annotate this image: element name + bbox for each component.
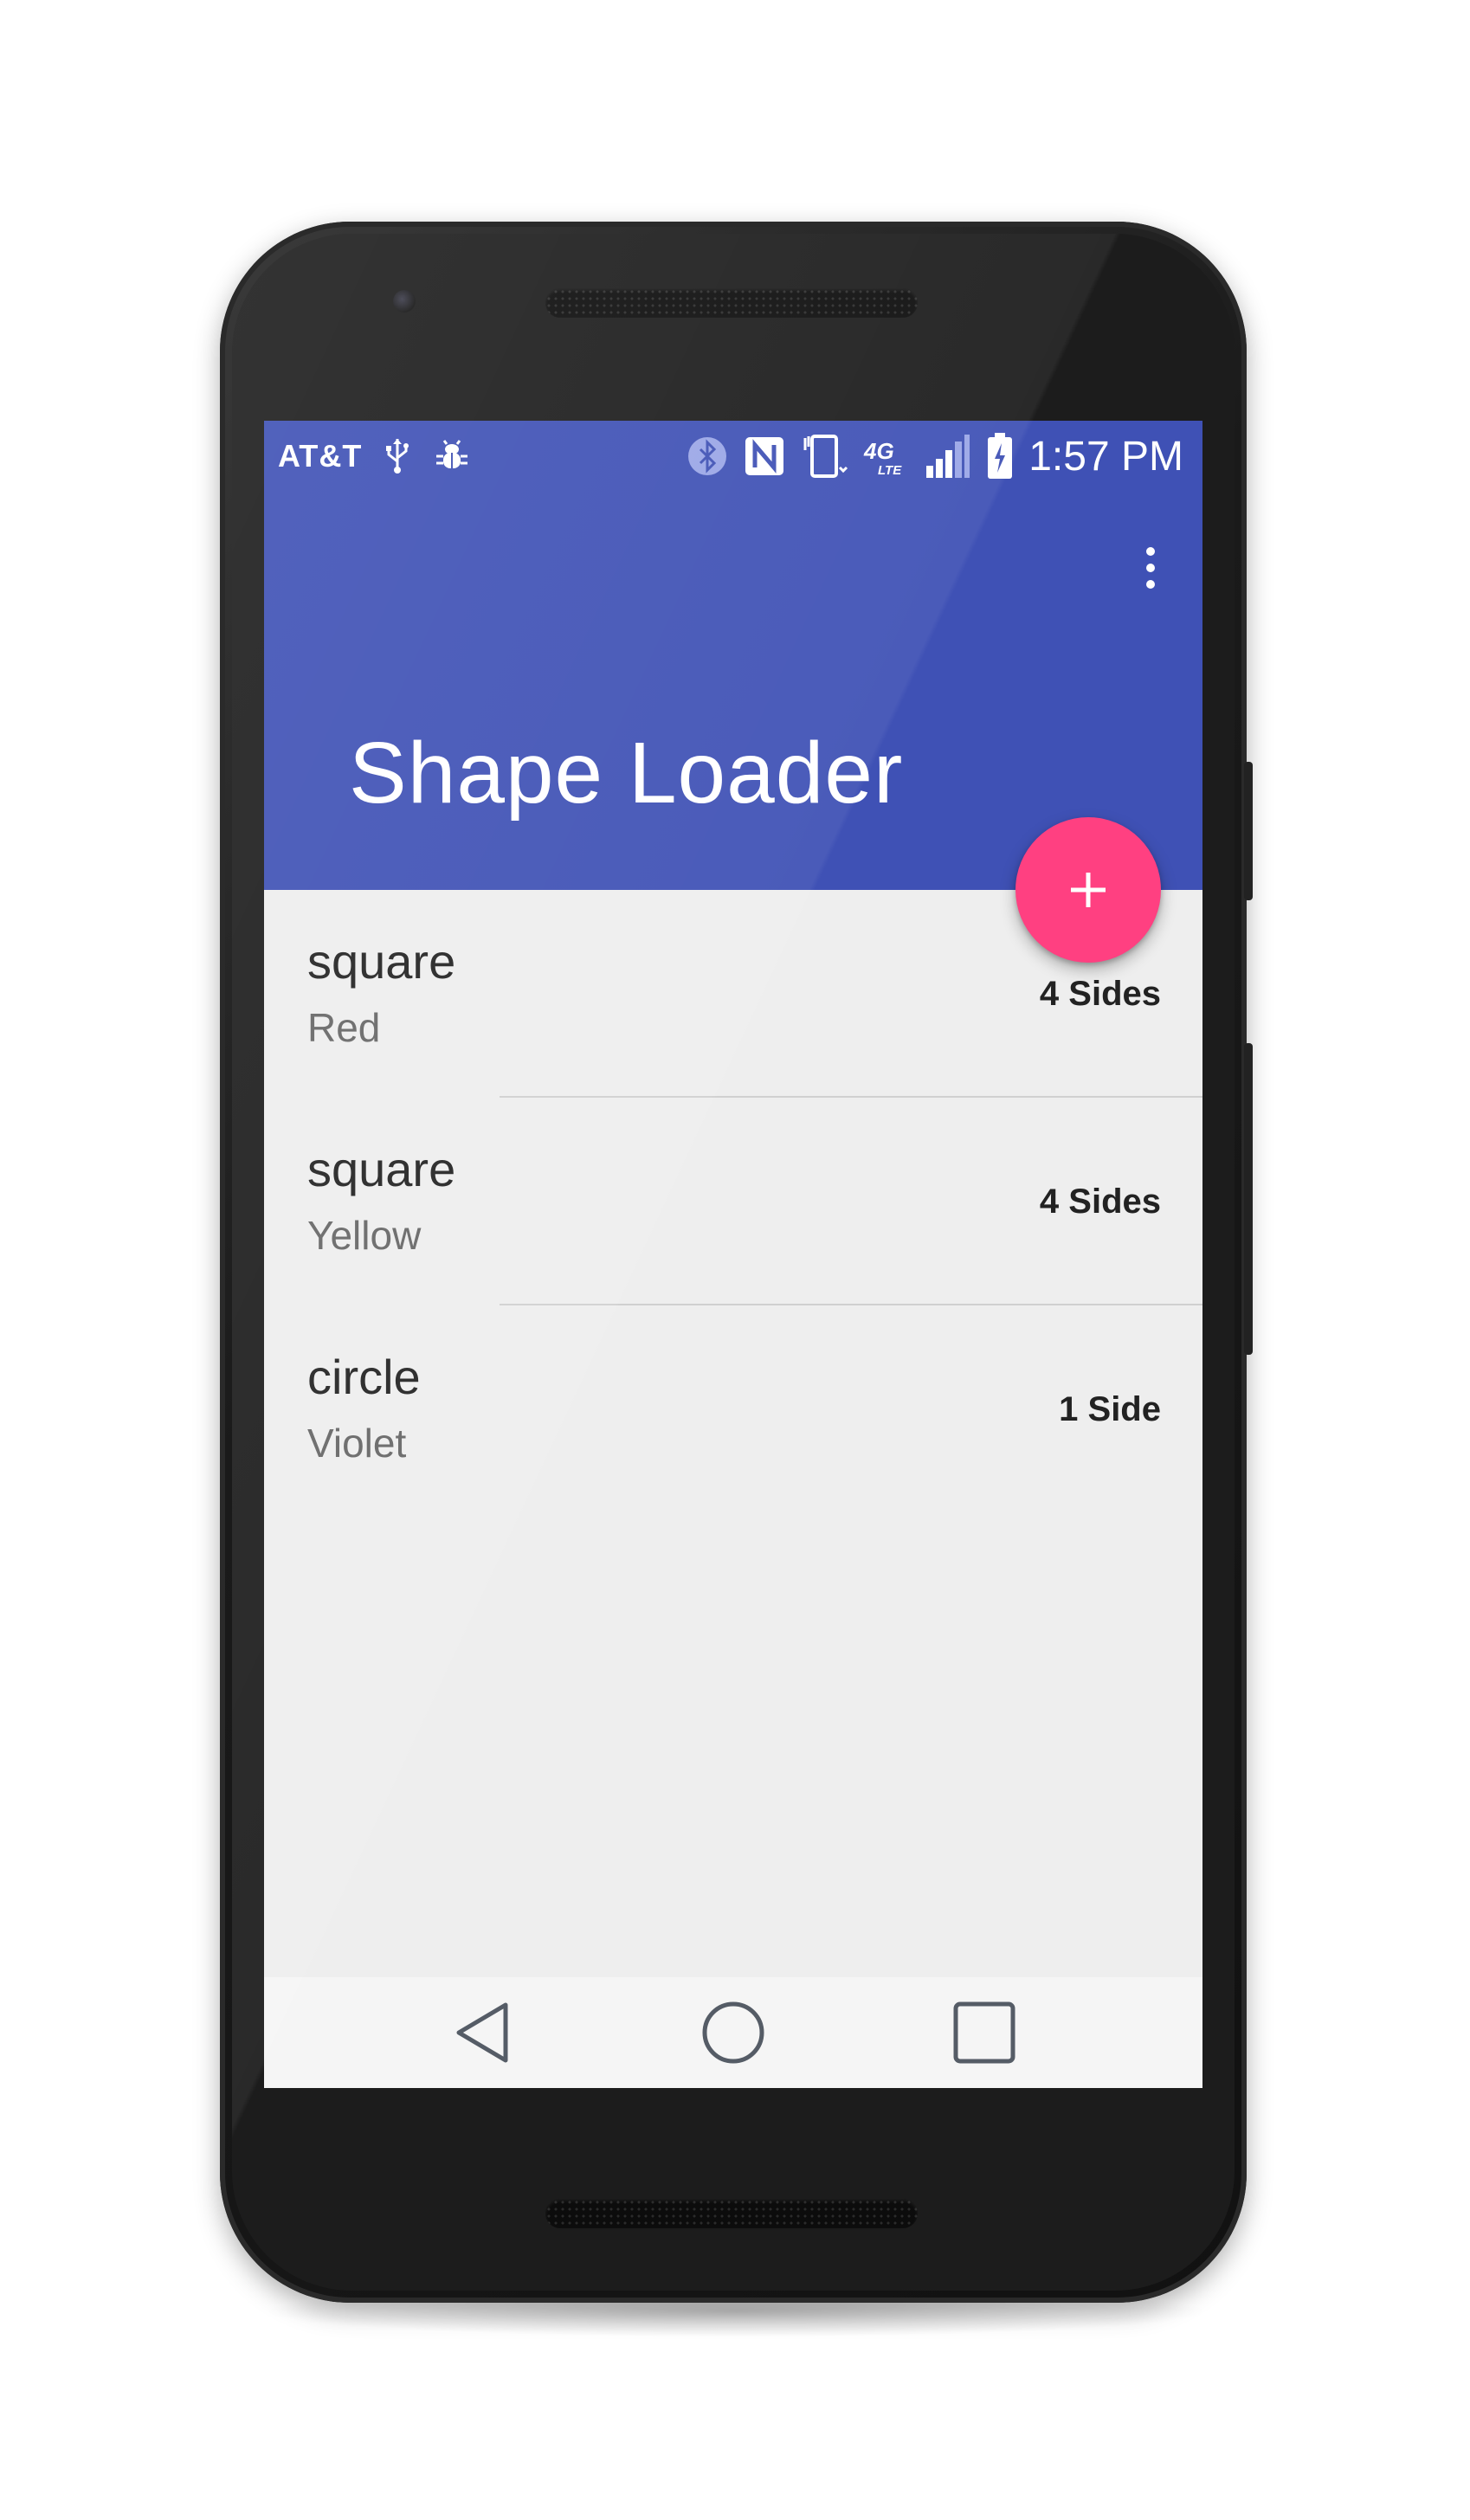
back-icon bbox=[456, 2002, 508, 2063]
list-item[interactable]: square Yellow 4 Sides bbox=[264, 1098, 1202, 1305]
svg-text:LTE: LTE bbox=[878, 463, 902, 478]
status-bar: AT&T 4G LTE 1:57 PM bbox=[264, 421, 1202, 492]
shape-color: Red bbox=[307, 1005, 381, 1050]
power-button bbox=[1244, 762, 1253, 900]
shape-sides: 4 Sides bbox=[1039, 975, 1161, 1013]
svg-text:4G: 4G bbox=[863, 438, 894, 464]
usb-icon bbox=[384, 437, 410, 475]
bluetooth-icon bbox=[686, 435, 729, 478]
shape-color: Yellow bbox=[307, 1213, 422, 1258]
shape-name: square bbox=[307, 1142, 456, 1196]
shape-sides: 1 Side bbox=[1059, 1390, 1161, 1428]
recents-icon bbox=[953, 2001, 1015, 2064]
recents-button[interactable] bbox=[945, 1994, 1023, 2072]
carrier-label: AT&T bbox=[278, 438, 363, 474]
top-speaker bbox=[545, 288, 918, 318]
shape-name: square bbox=[307, 934, 456, 989]
battery-charging-icon bbox=[985, 431, 1015, 481]
navigation-bar bbox=[264, 1977, 1202, 2088]
network-4g-lte-icon: 4G LTE bbox=[862, 435, 911, 478]
screen: Shape Loader AT&T 4G LTE 1:57 PM square … bbox=[264, 421, 1202, 2088]
more-vert-icon bbox=[1146, 547, 1155, 556]
list-item[interactable]: circle Violet 1 Side bbox=[264, 1305, 1202, 1513]
shape-sides: 4 Sides bbox=[1039, 1183, 1161, 1221]
volume-button bbox=[1244, 1043, 1253, 1355]
app-title: Shape Loader bbox=[349, 725, 904, 822]
clock: 1:57 PM bbox=[1028, 433, 1183, 480]
shape-list: square Red 4 Sides square Yellow 4 Sides… bbox=[264, 890, 1202, 1513]
home-button[interactable] bbox=[694, 1994, 772, 2072]
shape-name: circle bbox=[307, 1350, 421, 1404]
bottom-speaker bbox=[545, 2199, 918, 2228]
front-camera bbox=[393, 290, 416, 313]
vibrate-icon bbox=[800, 433, 848, 480]
signal-icon bbox=[925, 433, 971, 480]
more-options-button[interactable] bbox=[1133, 533, 1168, 603]
add-shape-button[interactable] bbox=[1015, 817, 1161, 963]
plus-icon bbox=[1071, 873, 1106, 907]
home-icon bbox=[702, 2001, 764, 2064]
nfc-icon bbox=[743, 435, 786, 478]
debug-icon bbox=[433, 439, 471, 474]
back-button[interactable] bbox=[443, 1994, 521, 2072]
shape-color: Violet bbox=[307, 1421, 407, 1466]
